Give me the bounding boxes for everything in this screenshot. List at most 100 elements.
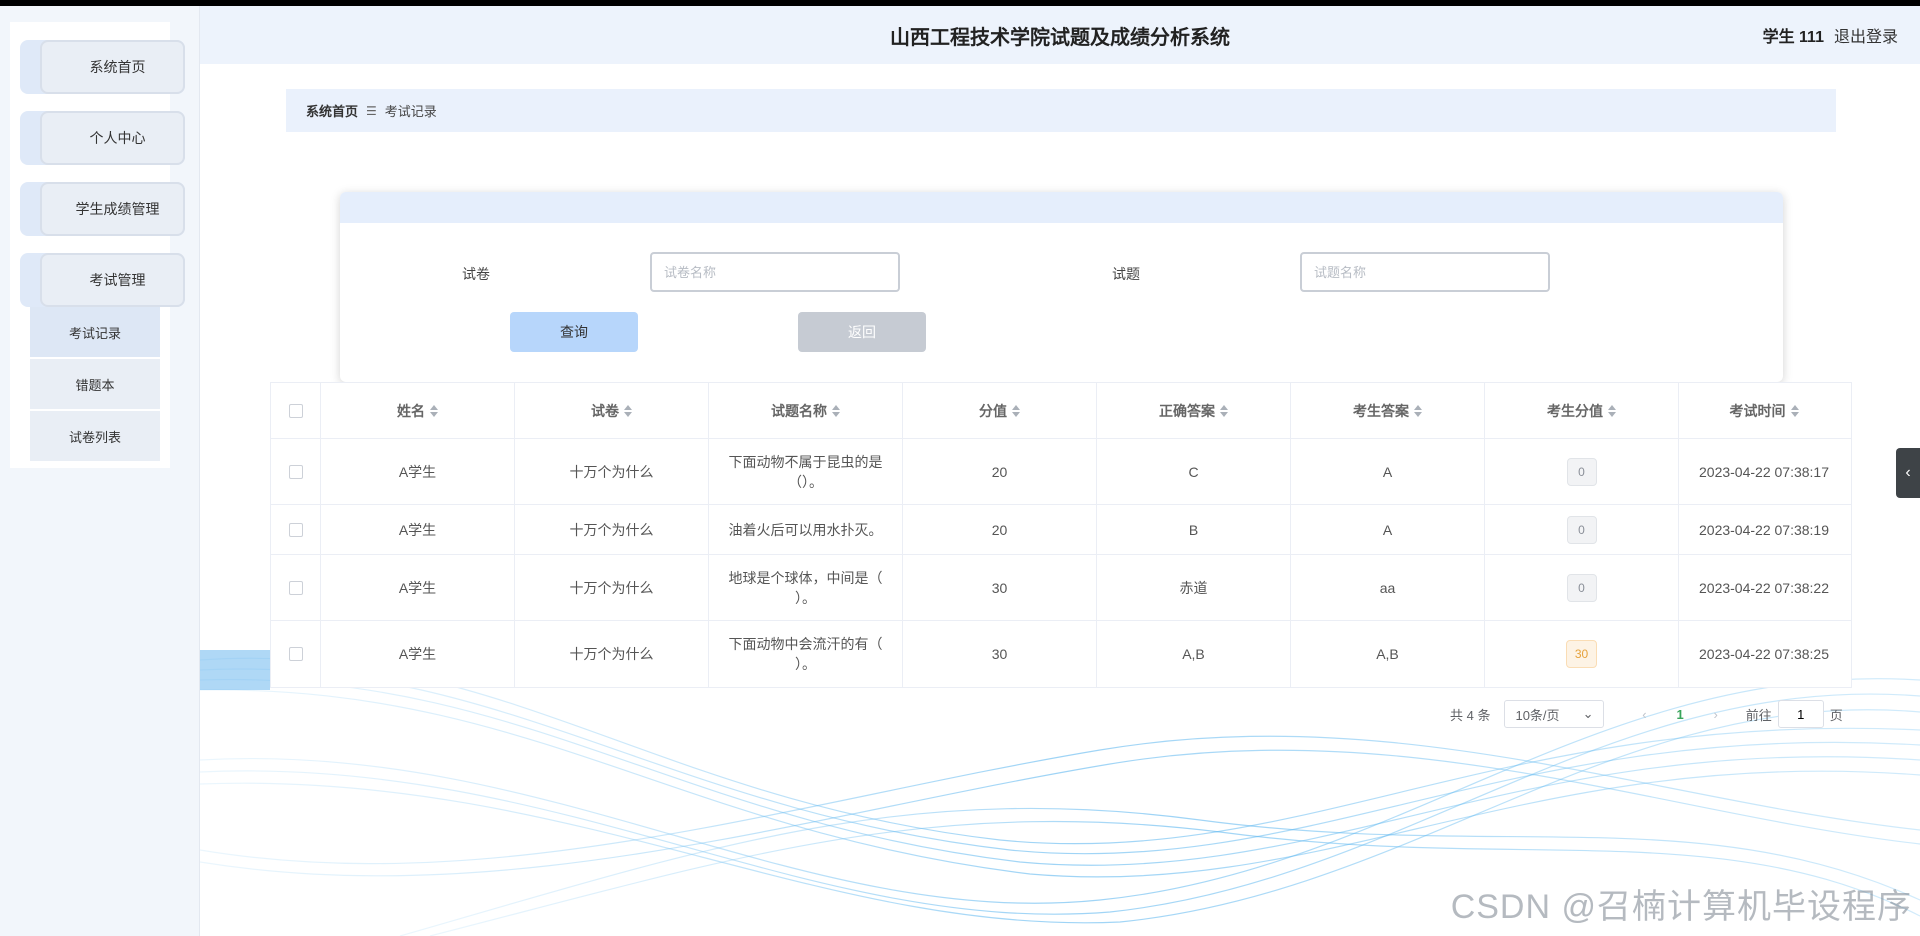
app-title: 山西工程技术学院试题及成绩分析系统 (890, 26, 1230, 49)
cell-correct-answer: 赤道 (1097, 555, 1291, 620)
cell-name: A学生 (321, 621, 515, 687)
row-checkbox[interactable] (288, 580, 303, 595)
cell-exam-time: 2023-04-22 07:38:25 (1699, 646, 1829, 662)
cell-question: 下面动物中会流汗的有（ ）。 (709, 621, 903, 687)
cell-paper: 十万个为什么 (515, 621, 709, 687)
sidebar-item-score-management[interactable]: 学生成绩管理 (20, 182, 185, 236)
sort-icon[interactable] (1608, 404, 1616, 417)
table-row[interactable]: A学生 十万个为什么 油着火后可以用水扑灭。 20 B A 0 2023-04-… (271, 505, 1851, 555)
back-button[interactable]: 返回 (798, 312, 926, 352)
score-badge: 0 (1566, 573, 1597, 602)
row-checkbox-cell (271, 439, 321, 504)
cell-question: 地球是个球体，中间是（ ）。 (709, 555, 903, 620)
table-row[interactable]: A学生 十万个为什么 下面动物中会流汗的有（ ）。 30 A,B A,B 30 … (271, 621, 1851, 687)
page-size-select[interactable]: 10条/页 ⌄ (1504, 700, 1605, 728)
cell-student-answer: aa (1291, 555, 1485, 620)
cell-question: 下面动物不属于昆虫的是（）。 (709, 439, 903, 504)
breadcrumb-separator-icon: ☰ (366, 103, 377, 118)
cell-value: 30 (903, 621, 1097, 687)
cell-paper: 十万个为什么 (515, 439, 709, 504)
header-exam-time[interactable]: 考试时间 (1679, 383, 1849, 438)
user-name: 学生 111 (1762, 29, 1824, 46)
sidebar-item-exam-management[interactable]: 考试管理 (20, 253, 185, 307)
breadcrumb: 系统首页 ☰ 考试记录 (286, 89, 1836, 132)
sort-icon[interactable] (1012, 404, 1020, 417)
logout-link[interactable]: 退出登录 (1834, 23, 1898, 47)
select-all-checkbox[interactable] (288, 403, 303, 418)
cell-correct-answer: B (1097, 505, 1291, 554)
sort-icon[interactable] (430, 404, 438, 417)
sort-icon[interactable] (1414, 404, 1422, 417)
row-checkbox[interactable] (288, 464, 303, 479)
header-student-score[interactable]: 考生分值 (1485, 383, 1679, 438)
goto-page-input[interactable] (1777, 700, 1824, 728)
cell-name: A学生 (321, 439, 515, 504)
header-student-answer[interactable]: 考生答案 (1291, 383, 1485, 438)
exam-submenu: 考试记录 错题本 试卷列表 (30, 307, 160, 463)
sidebar-item-home[interactable]: 系统首页 (20, 40, 185, 94)
exam-records-table: 姓名 试卷 试题名称 分值 正确答案 考生答案 考生分值 考试时间 A学生 十万… (270, 382, 1852, 688)
header-paper[interactable]: 试卷 (515, 383, 709, 438)
cell-name: A学生 (321, 555, 515, 620)
sort-icon[interactable] (624, 404, 632, 417)
cell-student-score: 0 (1485, 439, 1679, 504)
sidebar-item-profile[interactable]: 个人中心 (20, 111, 185, 165)
question-search-input[interactable] (1300, 252, 1550, 292)
header-checkbox-cell (271, 383, 321, 438)
row-checkbox[interactable] (288, 647, 303, 661)
submenu-item-paper-list[interactable]: 试卷列表 (30, 411, 160, 461)
header-label: 考生分值 (1547, 402, 1603, 419)
cell-exam-time: 2023-04-22 07:38:22 (1699, 579, 1829, 596)
table-header-row: 姓名 试卷 试题名称 分值 正确答案 考生答案 考生分值 考试时间 (271, 383, 1851, 439)
submenu-item-wrong-questions[interactable]: 错题本 (30, 359, 160, 409)
header-value[interactable]: 分值 (903, 383, 1097, 438)
cell-exam-time: 2023-04-22 07:38:17 (1699, 463, 1829, 480)
table-row[interactable]: A学生 十万个为什么 下面动物不属于昆虫的是（）。 20 C A 0 2023-… (271, 439, 1851, 505)
header-label: 正确答案 (1159, 402, 1215, 419)
row-checkbox-cell (271, 555, 321, 620)
pagination-total: 共 4 条 (1450, 707, 1491, 723)
search-panel: 试卷 试题 查询 返回 (340, 192, 1783, 382)
cell-student-score: 0 (1485, 555, 1679, 620)
breadcrumb-home[interactable]: 系统首页 (306, 101, 358, 120)
question-label: 试题 (1112, 266, 1140, 282)
header-name[interactable]: 姓名 (321, 383, 515, 438)
sort-icon[interactable] (1220, 404, 1228, 417)
paper-search-input[interactable] (650, 252, 900, 292)
header-correct-answer[interactable]: 正确答案 (1097, 383, 1291, 438)
page-size-value: 10条/页 (1515, 707, 1560, 723)
sidebar-item-label: 个人中心 (40, 111, 185, 165)
header-question[interactable]: 试题名称 (709, 383, 903, 438)
cell-student-score: 30 (1485, 621, 1679, 687)
prev-page-icon[interactable]: ‹ (1634, 707, 1654, 722)
cell-correct-answer: A,B (1097, 621, 1291, 687)
goto-suffix: 页 (1829, 707, 1843, 723)
table-row[interactable]: A学生 十万个为什么 地球是个球体，中间是（ ）。 30 赤道 aa 0 202… (271, 555, 1851, 621)
row-checkbox-cell (271, 505, 321, 554)
cell-exam-time: 2023-04-22 07:38:19 (1699, 521, 1829, 538)
cell-student-answer: A (1291, 505, 1485, 554)
cell-paper: 十万个为什么 (515, 555, 709, 620)
pagination: 共 4 条 10条/页 ⌄ ‹ 1 › 前往 页 (1450, 700, 1843, 728)
header-label: 姓名 (397, 402, 425, 419)
page-number[interactable]: 1 (1676, 707, 1683, 722)
user-area: 学生 111 退出登录 (1763, 6, 1898, 64)
sort-icon[interactable] (832, 404, 840, 417)
collapse-panel-icon[interactable]: ‹ (1896, 448, 1920, 498)
cell-student-score: 0 (1485, 505, 1679, 554)
header-label: 分值 (979, 402, 1007, 419)
sidebar-item-label: 考试管理 (40, 253, 185, 307)
goto-prefix: 前往 (1745, 707, 1772, 723)
query-button[interactable]: 查询 (510, 312, 638, 352)
sort-icon[interactable] (1790, 404, 1799, 417)
top-header: 山西工程技术学院试题及成绩分析系统 学生 111 退出登录 (200, 6, 1920, 64)
cell-student-answer: A,B (1291, 621, 1485, 687)
sidebar-item-label: 学生成绩管理 (40, 182, 185, 236)
header-label: 试题名称 (771, 402, 827, 419)
cell-paper: 十万个为什么 (515, 505, 709, 554)
submenu-item-exam-records[interactable]: 考试记录 (30, 307, 160, 357)
cell-question: 油着火后可以用水扑灭。 (709, 505, 903, 554)
cell-correct-answer: C (1097, 439, 1291, 504)
next-page-icon[interactable]: › (1706, 707, 1726, 722)
row-checkbox[interactable] (288, 522, 303, 537)
